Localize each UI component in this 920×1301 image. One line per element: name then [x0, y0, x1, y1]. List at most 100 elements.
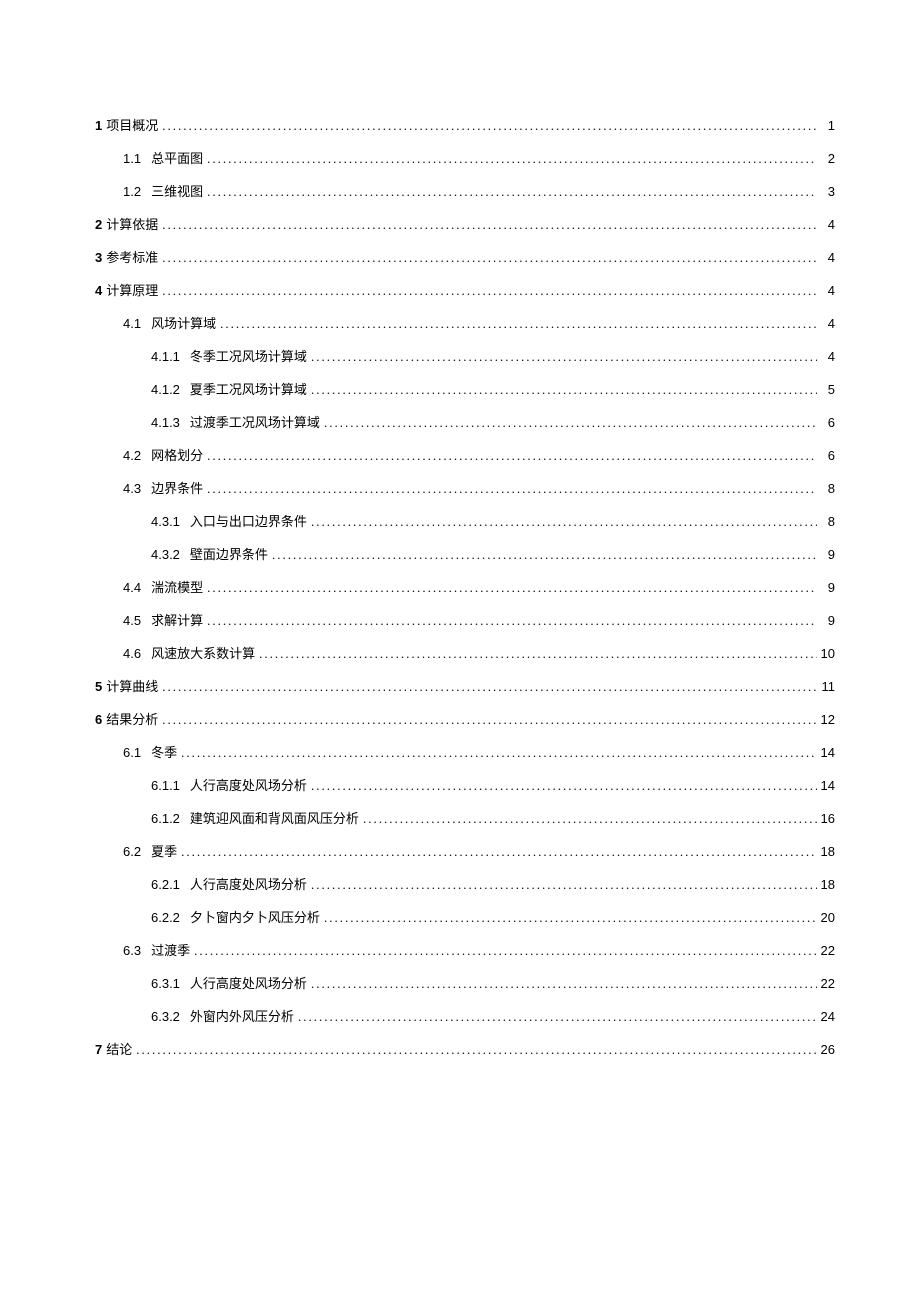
toc-leader-dots	[320, 910, 817, 926]
toc-number: 4.3	[123, 481, 141, 496]
toc-entry[interactable]: 6.2.1人行高度处风场分析18	[95, 874, 835, 893]
toc-leader-dots	[307, 877, 817, 893]
toc-page-number: 4	[817, 283, 835, 298]
toc-leader-dots	[255, 646, 817, 662]
toc-leader-dots	[158, 118, 817, 134]
toc-number: 4.3.2	[151, 547, 180, 562]
toc-entry[interactable]: 6.2夏季18	[95, 841, 835, 860]
toc-title: 夏季	[151, 841, 177, 860]
toc-leader-dots	[307, 778, 817, 794]
toc-leader-dots	[132, 1042, 817, 1058]
toc-entry[interactable]: 4.5求解计算9	[95, 610, 835, 629]
toc-title: 计算依据	[106, 214, 158, 233]
toc-number: 6.3.1	[151, 976, 180, 991]
toc-title: 夏季工况风场计算域	[190, 379, 307, 398]
toc-title: 人行高度处风场分析	[190, 973, 307, 992]
toc-title: 项目概况	[106, 115, 158, 134]
toc-number: 6.1.2	[151, 811, 180, 826]
toc-title: 计算原理	[106, 280, 158, 299]
toc-title: 壁面边界条件	[190, 544, 268, 563]
toc-entry[interactable]: 1.2三维视图3	[95, 181, 835, 200]
toc-entry[interactable]: 6.3.2外窗内外风压分析24	[95, 1006, 835, 1025]
toc-entry[interactable]: 4.1.3 过渡季工况风场计算域 6	[95, 412, 835, 431]
toc-entry[interactable]: 4.2网格划分6	[95, 445, 835, 464]
toc-entry[interactable]: 6.1.2建筑迎风面和背风面风压分析16	[95, 808, 835, 827]
toc-number: 6.1	[123, 745, 141, 760]
toc-number: 1.2	[123, 184, 141, 199]
toc-title: 风场计算域	[151, 313, 216, 332]
toc-entry[interactable]: 4.1.2夏季工况风场计算域5	[95, 379, 835, 398]
toc-page-number: 12	[817, 712, 835, 727]
toc-entry[interactable]: 3参考标准4	[95, 247, 835, 266]
toc-page-number: 11	[817, 679, 835, 694]
toc-leader-dots	[203, 448, 817, 464]
toc-leader-dots	[203, 481, 817, 497]
toc-entry[interactable]: 6结果分析12	[95, 709, 835, 728]
toc-leader-dots	[203, 184, 817, 200]
toc-title: 夕卜窗内夕卜风压分析	[190, 907, 320, 926]
toc-leader-dots	[307, 976, 817, 992]
toc-number: 4.4	[123, 580, 141, 595]
toc-entry[interactable]: 2 计算依据 4	[95, 214, 835, 233]
toc-leader-dots	[177, 745, 817, 761]
toc-page-number: 8	[817, 514, 835, 529]
toc-leader-dots	[158, 250, 817, 266]
toc-number: 4	[95, 283, 102, 298]
toc-number: 3	[95, 250, 102, 265]
toc-number: 4.2	[123, 448, 141, 463]
toc-page-number: 9	[817, 613, 835, 628]
toc-leader-dots	[294, 1009, 817, 1025]
toc-entry[interactable]: 4 计算原理 4	[95, 280, 835, 299]
toc-page-number: 4	[817, 316, 835, 331]
toc-leader-dots	[158, 712, 817, 728]
toc-page-number: 26	[817, 1042, 835, 1057]
toc-title: 过渡季工况风场计算域	[190, 412, 320, 431]
toc-title: 冬季	[151, 742, 177, 761]
toc-page-number: 6	[817, 415, 835, 430]
toc-page-number: 18	[817, 844, 835, 859]
toc-entry[interactable]: 4.3.2 壁面边界条件 9	[95, 544, 835, 563]
toc-number: 4.5	[123, 613, 141, 628]
toc-page-number: 4	[817, 217, 835, 232]
toc-entry[interactable]: 1.1总平面图2	[95, 148, 835, 167]
toc-page-number: 2	[817, 151, 835, 166]
toc-page-number: 1	[817, 118, 835, 133]
toc-leader-dots	[203, 151, 817, 167]
toc-entry[interactable]: 4.6 风速放大系数计算 10	[95, 643, 835, 662]
toc-title: 风速放大系数计算	[151, 643, 255, 662]
toc-number: 6.3	[123, 943, 141, 958]
toc-leader-dots	[203, 580, 817, 596]
toc-number: 4.1.3	[151, 415, 180, 430]
toc-leader-dots	[177, 844, 817, 860]
toc-page-number: 14	[817, 745, 835, 760]
toc-number: 2	[95, 217, 102, 232]
toc-entry[interactable]: 5计算曲线11	[95, 676, 835, 695]
toc-entry[interactable]: 4.3边界条件8	[95, 478, 835, 497]
toc-title: 结果分析	[106, 709, 158, 728]
toc-entry[interactable]: 4.1.1冬季工况风场计算域4	[95, 346, 835, 365]
toc-leader-dots	[320, 415, 817, 431]
toc-page-number: 3	[817, 184, 835, 199]
toc-number: 4.6	[123, 646, 141, 661]
toc-entry[interactable]: 6.2.2夕卜窗内夕卜风压分析20	[95, 907, 835, 926]
toc-entry[interactable]: 1项目概况1	[95, 115, 835, 134]
toc-number: 4.1	[123, 316, 141, 331]
toc-number: 4.3.1	[151, 514, 180, 529]
toc-entry[interactable]: 4.4湍流模型9	[95, 577, 835, 596]
toc-page-number: 22	[817, 976, 835, 991]
toc-number: 1.1	[123, 151, 141, 166]
toc-title: 湍流模型	[151, 577, 203, 596]
toc-leader-dots	[158, 217, 817, 233]
toc-page-number: 10	[817, 646, 835, 661]
toc-entry[interactable]: 7结论26	[95, 1039, 835, 1058]
table-of-contents: 1项目概况11.1总平面图21.2三维视图32计算依据43参考标准44计算原理4…	[95, 115, 835, 1058]
toc-page-number: 16	[817, 811, 835, 826]
toc-entry[interactable]: 4.1 风场计算域 4	[95, 313, 835, 332]
toc-page-number: 9	[817, 547, 835, 562]
toc-entry[interactable]: 6.3过渡季22	[95, 940, 835, 959]
toc-entry[interactable]: 6.1.1人行高度处风场分析14	[95, 775, 835, 794]
toc-entry[interactable]: 4.3.1入口与出口边界条件8	[95, 511, 835, 530]
toc-leader-dots	[359, 811, 817, 827]
toc-entry[interactable]: 6.3.1 人行高度处风场分析 22	[95, 973, 835, 992]
toc-entry[interactable]: 6.1 冬季 14	[95, 742, 835, 761]
